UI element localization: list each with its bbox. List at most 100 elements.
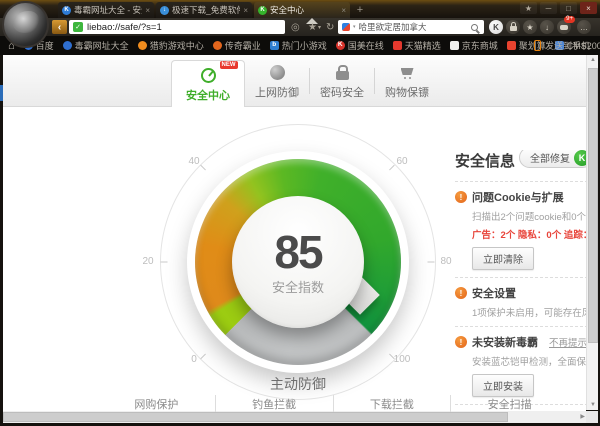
close-tab-icon[interactable]: ×	[145, 6, 150, 15]
bookmark-favicon	[450, 41, 459, 50]
download-site-favicon: ↓	[160, 6, 169, 15]
close-window-button[interactable]: ×	[580, 2, 597, 14]
security-score-gauge: 0 20 40 60 80 100 85 安全指数 主动防御	[160, 124, 436, 400]
item-stats: 广告：2个 隐私：0个 追踪：0个	[472, 227, 586, 241]
bookmark-label: 国美在线	[348, 39, 384, 52]
bookmark-item[interactable]: 猎豹游戏中心	[138, 39, 204, 52]
panel-item-settings: ! 安全设置 1项保护未启用，可能存在风险	[455, 285, 586, 319]
scroll-up-icon[interactable]: ▲	[587, 57, 599, 63]
search-icon[interactable]	[471, 24, 478, 31]
security-center-page: NEW 安全中心 上网防御 密码安全 购物保镖	[3, 55, 586, 423]
phone-icon	[534, 40, 541, 51]
tab-shopping-guard[interactable]: 购物保镖	[375, 55, 439, 107]
url-text: liebao://safe/?s=1	[87, 22, 162, 33]
bookmark-item[interactable]: 京东商城	[450, 39, 498, 52]
bookmark-item[interactable]: b 热门小游戏	[270, 39, 327, 52]
gauge-tick	[161, 262, 168, 263]
fix-all-button[interactable]: 全部修复 K	[519, 150, 586, 168]
menu-button[interactable]: …	[577, 20, 591, 34]
close-tab-icon[interactable]: ×	[243, 6, 248, 15]
gauge-icon	[201, 68, 216, 83]
back-button[interactable]: ‹	[52, 20, 67, 34]
vertical-scroll-thumb[interactable]	[588, 68, 598, 343]
refresh-icon[interactable]: ↻	[326, 20, 334, 34]
scroll-right-icon[interactable]: ▶	[580, 411, 585, 423]
divider	[455, 181, 586, 182]
nav-shopping-protection[interactable]: 网购保护	[98, 395, 215, 412]
item-description: 扫描出2个问题cookie和0个问题扩展	[472, 209, 586, 223]
close-tab-icon[interactable]: ×	[341, 6, 346, 15]
skin-button[interactable]: ★	[520, 2, 537, 14]
item-title: 未安装新毒霸	[472, 334, 538, 350]
lock-button[interactable]	[506, 20, 520, 34]
send-to-phone-button[interactable]: 发送到手机	[534, 36, 590, 55]
browser-tab-download[interactable]: ↓ 极速下载_免费软件... ×	[156, 2, 252, 18]
item-title: 问题Cookie与扩展	[472, 189, 564, 205]
send-to-phone-label: 发送到手机	[545, 39, 590, 52]
bookmark-favicon	[138, 41, 147, 50]
lock-icon	[510, 26, 517, 31]
bookmark-item[interactable]: K 国美在线	[336, 39, 384, 52]
game-center-button[interactable]: 9+	[557, 20, 571, 34]
bookmark-label: 热门小游戏	[282, 39, 327, 52]
dont-remind-link[interactable]: 不再提示	[549, 335, 586, 349]
tab-password-security[interactable]: 密码安全	[310, 55, 374, 107]
bookmark-favicon: K	[336, 41, 345, 50]
liebao-logo[interactable]	[2, 1, 49, 48]
notification-badge: 9+	[564, 16, 575, 23]
sidebar-notch[interactable]	[0, 85, 3, 101]
vertical-scrollbar[interactable]: ▲ ▼	[586, 55, 598, 410]
tab-web-defense[interactable]: 上网防御	[245, 55, 309, 107]
search-engine-dropdown-icon[interactable]: ▾	[353, 24, 356, 30]
tab-label: 上网防御	[255, 84, 299, 100]
panel-item-duba-install: ! 未安装新毒霸 不再提示 安装蓝芯铠甲检测，全面保护系统安全 立即安装	[455, 334, 586, 397]
scrollbar-corner	[586, 411, 598, 423]
page-header: NEW 安全中心 上网防御 密码安全 购物保镖	[3, 55, 586, 107]
bookmark-favicon	[63, 41, 72, 50]
duba-k-button[interactable]: K	[489, 20, 503, 34]
search-box[interactable]: ▾ 哈里欲定居加拿大	[338, 20, 484, 34]
nav-download-block[interactable]: 下载拦截	[333, 395, 451, 412]
search-query[interactable]: 哈里欲定居加拿大	[359, 21, 468, 33]
tab-security-center[interactable]: NEW 安全中心	[171, 60, 245, 107]
bookmark-item[interactable]: 毒霸网址大全	[63, 39, 129, 52]
browser-tab-security-center[interactable]: K 安全中心 ×	[254, 2, 350, 18]
bookmark-label: 毒霸网址大全	[75, 39, 129, 52]
maximize-button[interactable]: □	[560, 2, 577, 14]
horizontal-scrollbar[interactable]: ▶	[3, 411, 586, 423]
search-engine-icon[interactable]	[342, 23, 350, 31]
new-tab-button[interactable]: +	[352, 2, 368, 18]
address-toolbar: ‹ ✓ liebao://safe/?s=1 ◎ ★▾ ↻ ▾ 哈里欲定居加拿大…	[0, 18, 600, 36]
minimize-button[interactable]: ─	[540, 2, 557, 14]
address-bar[interactable]: ✓ liebao://safe/?s=1	[69, 20, 285, 34]
favorites-star-icon[interactable]: ★▾	[308, 20, 321, 34]
tab-title: 极速下载_免费软件...	[172, 4, 240, 16]
download-manager-button[interactable]: ↓	[540, 20, 554, 34]
nav-security-scan[interactable]: 安全扫描	[450, 395, 568, 412]
compass-icon[interactable]: ◎	[291, 20, 300, 34]
tab-title: 毒霸网址大全 - 安全...	[74, 4, 142, 16]
shopping-cart-icon	[400, 65, 415, 80]
item-title: 安全设置	[472, 285, 516, 301]
gauge-tick-label: 100	[390, 354, 414, 365]
horizontal-scroll-thumb[interactable]	[3, 412, 508, 422]
browser-window: K 毒霸网址大全 - 安全... × ↓ 极速下载_免费软件... × K 安全…	[0, 0, 600, 426]
security-info-panel: 安全信息 全部修复 K ! 问题Cookie与扩展 扫描出2个问题cookie和…	[455, 150, 586, 412]
bookmark-item[interactable]: 传奇霸业	[213, 39, 261, 52]
gauge-caption: 主动防御	[160, 374, 436, 394]
item-description: 1项保护未启用，可能存在风险	[472, 305, 586, 319]
item-description: 安装蓝芯铠甲检测，全面保护系统安全	[472, 354, 586, 368]
nav-phishing-block[interactable]: 钓鱼拦截	[215, 395, 333, 412]
scroll-down-icon[interactable]: ▼	[587, 402, 599, 408]
bookmarks-bar: ⌂ 百度 毒霸网址大全 猎豹游戏中心 传奇霸业 b 热门小游戏 K 国美在线 天…	[0, 36, 600, 55]
clear-now-button[interactable]: 立即清除	[472, 247, 534, 270]
lock-icon	[336, 71, 349, 80]
panel-title: 安全信息	[455, 153, 515, 170]
browser-tab-duba[interactable]: K 毒霸网址大全 - 安全... ×	[58, 2, 154, 18]
security-center-favicon: K	[258, 6, 267, 15]
gauge-tick-label: 20	[136, 256, 160, 267]
bookmark-item[interactable]: 天猫精选	[393, 39, 441, 52]
star-button[interactable]: ★	[523, 20, 537, 34]
install-now-button[interactable]: 立即安装	[472, 374, 534, 397]
gauge-tick-label: 60	[390, 156, 414, 167]
